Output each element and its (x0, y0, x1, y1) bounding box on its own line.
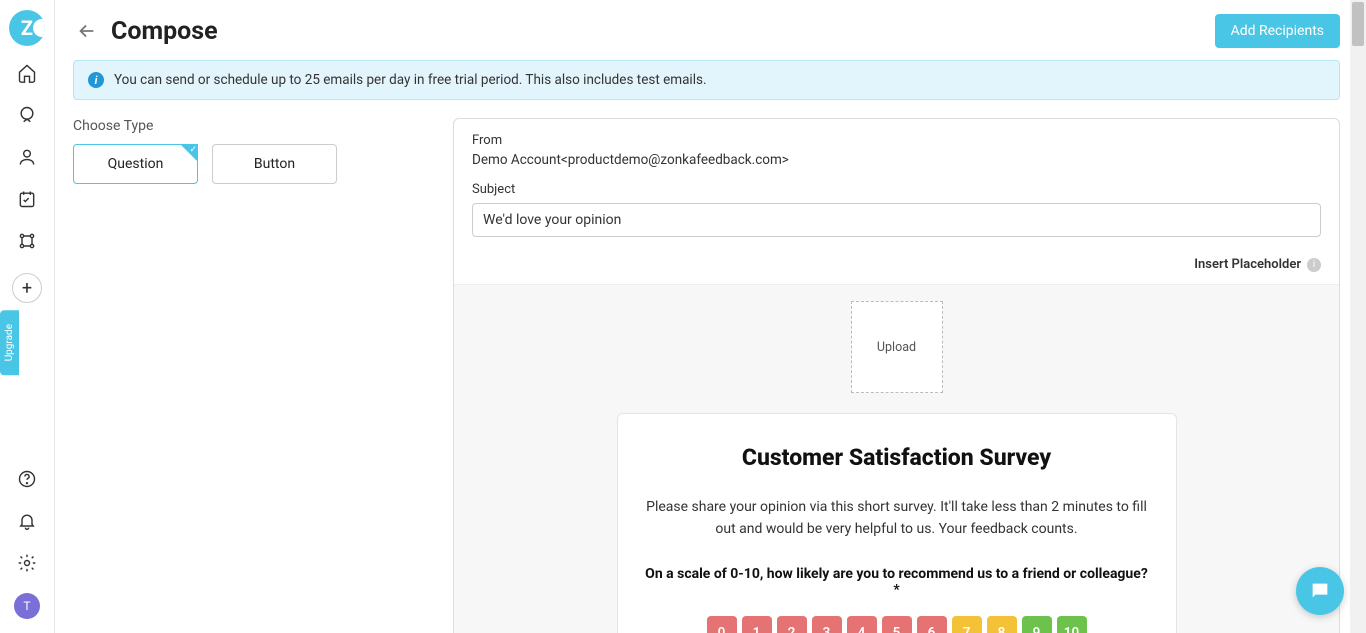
from-value: Demo Account<productdemo@zonkafeedback.c… (472, 152, 1321, 168)
nps-cell-6[interactable]: 6 (917, 616, 947, 633)
upload-logo-box[interactable]: Upload (851, 301, 943, 393)
nps-cell-2[interactable]: 2 (777, 616, 807, 633)
add-recipients-button[interactable]: Add Recipients (1215, 14, 1340, 48)
upgrade-tab[interactable]: Upgrade (0, 310, 19, 375)
nps-cell-0[interactable]: 0 (707, 616, 737, 633)
main: Compose Add Recipients i You can send or… (55, 0, 1366, 633)
choose-type-panel: Choose Type Question Button (73, 118, 433, 633)
scrollbar-thumb[interactable] (1352, 2, 1364, 46)
nps-cell-7[interactable]: 7 (952, 616, 982, 633)
subject-input[interactable] (472, 203, 1321, 237)
nps-cell-8[interactable]: 8 (987, 616, 1017, 633)
sidebar: Z + Upgrade T (0, 0, 55, 633)
choose-type-label: Choose Type (73, 118, 433, 134)
info-banner: i You can send or schedule up to 25 emai… (73, 60, 1340, 100)
email-preview: Upload Customer Satisfaction Survey Plea… (454, 284, 1339, 633)
contacts-icon[interactable] (15, 145, 39, 169)
logo-letter: Z (21, 16, 33, 40)
type-card-label: Question (108, 156, 164, 172)
header: Compose Add Recipients (73, 14, 1340, 48)
type-card-button[interactable]: Button (212, 144, 337, 184)
feedback-icon[interactable] (15, 103, 39, 127)
survey-description: Please share your opinion via this short… (644, 497, 1150, 540)
page-title: Compose (111, 17, 218, 46)
info-icon: i (88, 72, 104, 88)
survey-card: Customer Satisfaction Survey Please shar… (617, 413, 1177, 633)
type-card-question[interactable]: Question (73, 144, 198, 184)
nps-cell-3[interactable]: 3 (812, 616, 842, 633)
gear-icon[interactable] (15, 551, 39, 575)
home-icon[interactable] (15, 61, 39, 85)
info-icon: i (1307, 258, 1321, 272)
nps-cell-10[interactable]: 10 (1057, 616, 1087, 633)
subject-label: Subject (472, 182, 1321, 197)
back-arrow-icon[interactable] (73, 17, 101, 45)
compose-panel: From Demo Account<productdemo@zonkafeedb… (453, 118, 1340, 633)
bottom-icons: T (14, 467, 40, 619)
nps-cell-9[interactable]: 9 (1022, 616, 1052, 633)
type-card-label: Button (254, 156, 295, 172)
nps-cell-5[interactable]: 5 (882, 616, 912, 633)
add-button[interactable]: + (12, 273, 42, 303)
avatar[interactable]: T (14, 593, 40, 619)
nps-cell-1[interactable]: 1 (742, 616, 772, 633)
workflow-icon[interactable] (15, 229, 39, 253)
bell-icon[interactable] (15, 509, 39, 533)
tasks-icon[interactable] (15, 187, 39, 211)
nav-icons (15, 61, 39, 253)
from-label: From (472, 133, 1321, 148)
survey-title: Customer Satisfaction Survey (644, 444, 1150, 471)
check-icon (180, 144, 198, 162)
info-banner-text: You can send or schedule up to 25 emails… (114, 72, 707, 88)
scrollbar[interactable] (1350, 0, 1366, 633)
help-icon[interactable] (15, 467, 39, 491)
logo[interactable]: Z (9, 10, 45, 46)
nps-scale: 0123456789 10 (644, 616, 1150, 633)
chat-bubble-icon[interactable] (1296, 567, 1344, 615)
nps-cell-4[interactable]: 4 (847, 616, 877, 633)
survey-question: On a scale of 0-10, how likely are you t… (644, 566, 1150, 598)
insert-placeholder-link[interactable]: Insert Placeholder (1194, 257, 1301, 272)
